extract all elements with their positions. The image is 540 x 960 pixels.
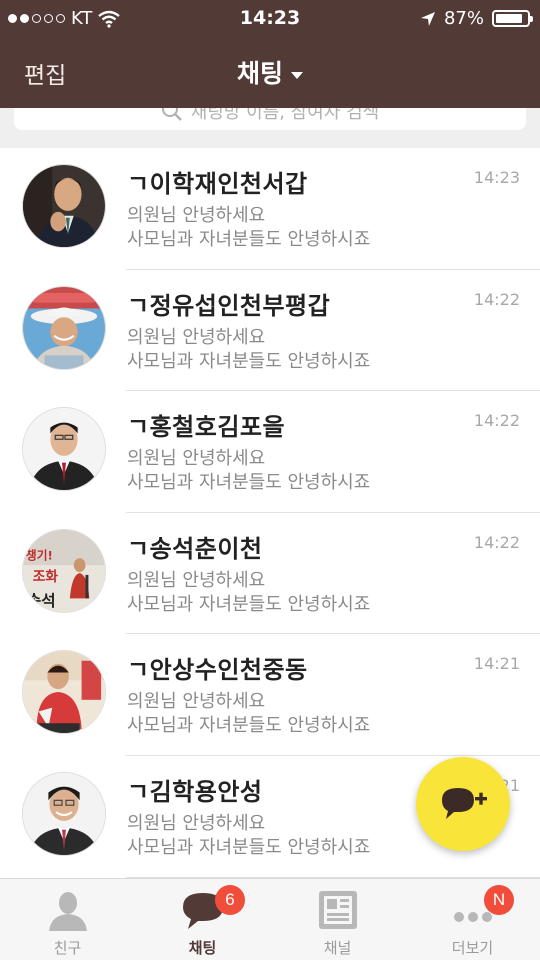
status-right: 87% (420, 8, 533, 29)
profile-photo-icon (23, 165, 105, 247)
battery-percent: 87% (443, 8, 484, 29)
message-preview-line2: 사모님과 자녀분들도 안녕하시죠 (127, 836, 371, 858)
tab-more[interactable]: N 더보기 (405, 879, 540, 960)
tab-chats[interactable]: 6 채팅 (135, 879, 270, 960)
chat-time: 14:23 (473, 168, 520, 187)
message-preview-line2: 사모님과 자녀분들도 안녕하시죠 (127, 350, 371, 372)
location-arrow-icon (420, 11, 435, 26)
tab-label: 더보기 (451, 939, 494, 957)
search-icon (161, 108, 182, 121)
profile-photo-icon (23, 286, 105, 369)
tab-channel[interactable]: 채널 (270, 879, 405, 960)
chat-room-item[interactable]: ㄱ정유섭인천부평갑 14:22 의원님 안녕하세요 사모님과 자녀분들도 안녕하… (0, 270, 540, 392)
profile-photo-icon (23, 651, 105, 734)
message-preview-line2: 사모님과 자녀분들도 안녕하시죠 (127, 472, 371, 494)
search-input[interactable]: 채팅방 이름, 참여자 검색 (14, 108, 526, 130)
message-preview-line1: 의원님 안녕하세요 (127, 691, 266, 713)
message-preview-line2: 사모님과 자녀분들도 안녕하시죠 (127, 593, 371, 615)
tab-label: 채널 (323, 939, 352, 957)
profile-avatar[interactable] (22, 285, 106, 370)
message-preview-line1: 의원님 안녕하세요 (127, 326, 266, 348)
caret-down-icon (291, 71, 303, 79)
battery-icon (492, 10, 533, 27)
profile-avatar[interactable] (22, 650, 106, 735)
status-bar: KT 14:23 87% (0, 0, 540, 36)
battery-level-fill (496, 14, 523, 23)
chat-room-item[interactable]: ㄱ이학재인천서갑 14:23 의원님 안녕하세요 사모님과 자녀분들도 안녕하시… (0, 148, 540, 270)
profile-avatar[interactable] (22, 164, 106, 248)
header-bar: 편집 채팅 (0, 36, 540, 108)
tab-label: 채팅 (188, 939, 217, 957)
message-preview-line1: 의원님 안녕하세요 (127, 569, 266, 591)
chat-room-name: ㄱ김학용안성 (127, 777, 263, 806)
chat-room-name: ㄱ이학재인천서갑 (127, 170, 308, 198)
chat-time: 14:22 (473, 289, 520, 309)
new-chat-plus-icon (442, 788, 487, 819)
poster-text: 송석 (27, 592, 56, 610)
page-title-dropdown[interactable]: 채팅 (0, 54, 540, 90)
new-badge: N (484, 885, 514, 915)
chat-time: 14:22 (473, 532, 520, 552)
chat-room-item[interactable]: ㄱ안상수인천중동 14:21 의원님 안녕하세요 사모님과 자녀분들도 안녕하시… (0, 634, 540, 756)
person-icon (48, 892, 87, 931)
chat-time: 14:21 (473, 654, 520, 674)
profile-photo-icon (23, 408, 105, 491)
message-preview-line2: 사모님과 자녀분들도 안녕하시죠 (127, 229, 371, 250)
profile-photo-icon: 챙기! 조화 송석 (23, 529, 105, 612)
message-preview-line1: 의원님 안녕하세요 (127, 448, 266, 470)
page-title: 채팅 (236, 59, 283, 88)
kakaotalk-chat-screen: KT 14:23 87% 편집 채팅 채팅방 이름, 참여자 검색 ㄱ이학재인천… (0, 0, 540, 960)
unread-badge: 6 (215, 885, 245, 915)
bottom-tab-bar: 친구 6 채팅 채널 N 더보기 (0, 878, 540, 960)
chat-room-item[interactable]: 챙기! 조화 송석 ㄱ송석춘이천 14:22 의원님 안녕하세요 사모님과 자녀… (0, 513, 540, 635)
profile-avatar[interactable] (22, 771, 106, 856)
poster-text: 조화 (33, 569, 59, 585)
profile-avatar[interactable] (22, 407, 106, 492)
chat-time: 14:22 (473, 411, 520, 431)
tab-friends[interactable]: 친구 (0, 879, 135, 960)
search-placeholder: 채팅방 이름, 참여자 검색 (190, 108, 380, 123)
message-preview-line1: 의원님 안녕하세요 (127, 812, 266, 834)
new-chat-button[interactable] (416, 757, 510, 851)
chat-room-name: ㄱ정유섭인천부평갑 (127, 291, 331, 320)
search-area: 채팅방 이름, 참여자 검색 (0, 108, 540, 148)
profile-avatar[interactable]: 챙기! 조화 송석 (22, 528, 106, 613)
tab-label: 친구 (53, 939, 82, 957)
profile-photo-icon (23, 772, 105, 855)
chat-room-item[interactable]: ㄱ홍철호김포을 14:22 의원님 안녕하세요 사모님과 자녀분들도 안녕하시죠 (0, 391, 540, 513)
message-preview-line2: 사모님과 자녀분들도 안녕하시죠 (127, 715, 371, 737)
poster-text: 챙기! (26, 548, 53, 562)
chat-room-name: ㄱ홍철호김포을 (127, 413, 286, 442)
chat-room-name: ㄱ송석춘이천 (127, 534, 263, 563)
channel-icon (318, 891, 357, 929)
message-preview-line1: 의원님 안녕하세요 (127, 205, 266, 226)
chat-room-name: ㄱ안상수인천중동 (127, 656, 308, 685)
